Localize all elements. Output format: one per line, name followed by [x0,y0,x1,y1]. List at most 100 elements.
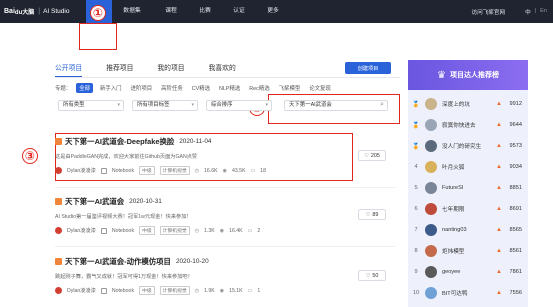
tab-my-favorites[interactable]: 我喜欢的 [209,62,236,77]
topic-chip-nlp[interactable]: NLP精选 [217,83,242,93]
project-author[interactable]: Dylan凌凌漆 [67,287,96,294]
ranking-row[interactable]: 7 nanting03 ▲ 8565 [408,222,528,238]
ranking-score: 9644 [509,122,522,128]
project-type-icon [55,138,62,145]
project-kind: Notebook [111,167,135,174]
project-forks: 43.5K [231,167,246,174]
avatar [425,224,437,236]
project-title[interactable]: 天下第一AI武道会-动作模仿项目 [65,256,171,267]
ranking-row[interactable]: 4 叶月火狐 ▲ 9034 [408,159,528,175]
project-comments: 1 [257,287,261,294]
flame-icon: ▲ [496,185,502,191]
tab-public-projects[interactable]: 公开项目 [55,62,83,77]
sort-select[interactable]: 综合排序 ▾ [206,100,272,111]
like-count: 50 [372,272,379,279]
eye-icon: ◉ [219,227,225,234]
eye-icon: ◉ [219,287,225,294]
top-navigation-bar: Bai du大脑 | AI Studio 项目 数据集 课程 比赛 认证 更多 … [0,0,553,23]
avatar[interactable] [55,287,62,294]
baidu-ai-studio-logo[interactable]: Bai du大脑 | AI Studio [4,6,69,17]
lang-zh[interactable]: 中 [525,8,531,16]
ranking-row[interactable]: 10 BIT可达鸭 ▲ 7556 [408,285,528,301]
ranking-row[interactable]: 🏅 没人门的研究生 ▲ 9573 [408,138,528,154]
topic-chip-paddle-models[interactable]: 飞桨模型 [277,83,303,93]
topic-chip-advanced[interactable]: 进阶项目 [129,83,155,93]
ranking-number: 7 [414,227,418,233]
flame-icon: ▲ [496,227,502,233]
topic-chip-rec[interactable]: Rec精选 [247,83,271,93]
comment-icon: ▭ [247,227,253,234]
nav-item-courses[interactable]: 课程 [156,0,186,23]
tag-select[interactable]: 所有项目标签 ▾ [132,100,198,111]
ranking-header: ♛ 项目达人推荐榜 [408,60,528,90]
avatar [425,245,437,257]
project-title[interactable]: 天下第一AI武道会 [65,196,124,207]
topic-chip-all[interactable]: 全部 [76,83,93,93]
project-author[interactable]: Dylan凌凌漆 [67,167,96,174]
project-views: 1.3K [204,227,215,234]
ranking-score: 8565 [509,227,522,233]
project-card[interactable]: 天下第一AI武道会-Deepfake换脸 2020-11-04 这是由Paddl… [55,136,395,175]
field-tag: 计算机视觉 [159,166,190,175]
type-select[interactable]: 所有类型 ▾ [58,100,124,111]
like-button[interactable]: ♡ 50 [358,270,386,281]
annotation-box-projects-nav [79,23,117,50]
views-icon: ◷ [194,227,200,234]
topic-chip-beginner[interactable]: 新手入门 [98,83,124,93]
ranking-score: 8691 [509,206,522,212]
nav-item-datasets[interactable]: 数据集 [114,0,150,23]
card-divider [55,246,395,247]
ranking-number: 5 [414,185,418,191]
annotation-number-1: ① [90,5,106,21]
avatar[interactable] [55,167,62,174]
ranking-row[interactable]: 8 炬炜模型 ▲ 8561 [408,243,528,259]
tab-recommended-projects[interactable]: 推荐项目 [106,62,133,77]
lang-en[interactable]: En [540,8,547,16]
tab-my-projects[interactable]: 我的项目 [157,62,184,77]
ranking-row[interactable]: 6 七年期限 ▲ 8691 [408,201,528,217]
flame-icon: ▲ [496,143,502,149]
flame-icon: ▲ [496,206,502,212]
topic-chip-expert[interactable]: 高阶任务 [159,83,185,93]
type-select-value: 所有类型 [63,102,85,108]
nav-item-certification[interactable]: 认证 [224,0,254,23]
search-icon[interactable]: ⌕ [380,100,384,109]
project-date: 2020-10-31 [129,198,162,205]
project-views: 1.9K [204,287,215,294]
project-card[interactable]: 天下第一AI武道会 2020-10-31 AI Studio第一届鉴评视频大赛！… [55,196,395,235]
ranking-user-name: 炬炜模型 [442,249,465,255]
project-card[interactable]: 天下第一AI武道会-动作模仿项目 2020-10-20 跳起刚子舞，霸气又成就！… [55,256,395,295]
ranking-row[interactable]: 🏅 寂寞你快进去 ▲ 9644 [408,117,528,133]
topic-chip-cv[interactable]: CV精选 [190,83,212,93]
ranking-score: 7861 [509,269,522,275]
ranking-row[interactable]: 5 FutureSI ▲ 8851 [408,180,528,196]
ranking-user-name: nanting03 [442,227,467,233]
ranking-number: 4 [414,164,418,170]
search-input-value: 天下第一AI武道会 [289,102,332,108]
project-meta: Dylan凌凌漆 Notebook 中级 计算机视觉 ◷ 1.3K ◉ 16.4… [55,226,395,235]
ranking-row[interactable]: 🏅 深度上的坑 ▲ 9912 [408,96,528,112]
nav-item-competitions[interactable]: 比赛 [190,0,220,23]
search-input[interactable]: 天下第一AI武道会 ⌕ [284,100,388,111]
ranking-score: 8851 [509,185,522,191]
card-divider [55,187,395,188]
ranking-row[interactable]: 9 geoyee ▲ 7861 [408,264,528,280]
ranking-user-name: 叶月火狐 [442,165,465,171]
project-kind: Notebook [111,227,135,234]
crown-icon: ♛ [437,69,446,81]
ranking-number: 10 [412,290,420,296]
official-site-link[interactable]: 访问飞桨官网 [472,8,506,16]
create-project-button[interactable]: 创建项目 [345,62,391,74]
topic-chip-paper-reproduction[interactable]: 论文复现 [307,83,333,93]
project-description: 跳起刚子舞，霸气又成就！冠军可得1万现金！快来参加吧！ [55,274,193,280]
project-title[interactable]: 天下第一AI武道会-Deepfake换脸 [65,136,174,147]
like-button[interactable]: ♡ 89 [358,209,386,220]
avatar[interactable] [55,227,62,234]
ranking-score: 8561 [509,248,522,254]
tabs-divider [55,77,400,78]
nav-item-more[interactable]: 更多 [258,0,288,23]
project-author[interactable]: Dylan凌凌漆 [67,227,96,234]
ranking-user-name: 没人门的研究生 [442,144,482,150]
project-forks: 15.1K [229,287,243,294]
like-button[interactable]: ♡ 205 [358,150,386,161]
